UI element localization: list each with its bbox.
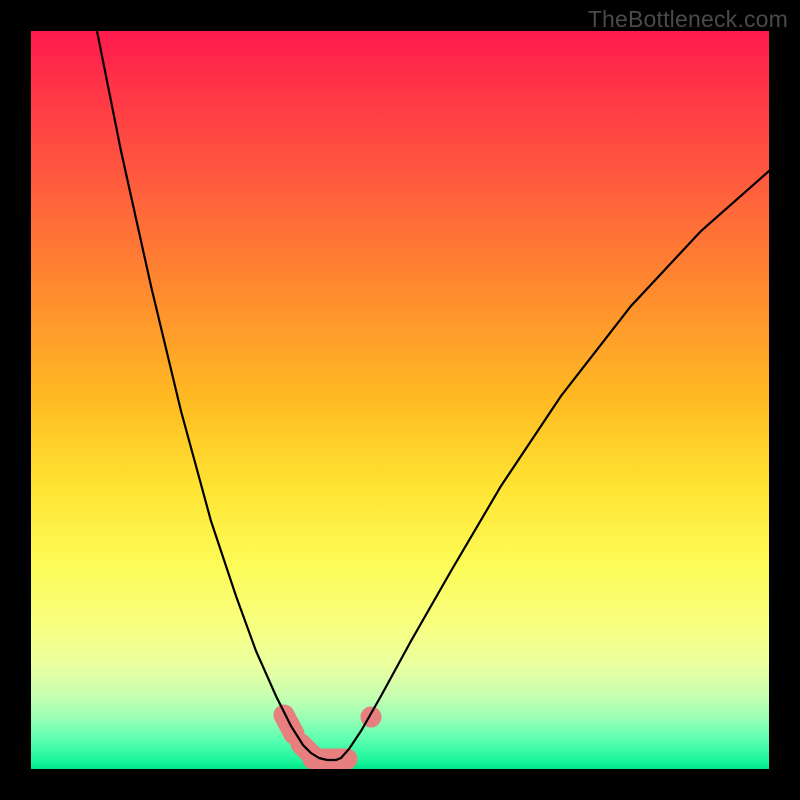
curves-svg [31, 31, 769, 769]
plot-area [31, 31, 769, 769]
watermark-text: TheBottleneck.com [588, 6, 788, 33]
right-curve [341, 171, 769, 758]
left-curve [97, 31, 319, 758]
chart-frame: TheBottleneck.com [0, 0, 800, 800]
marker-segment-0 [284, 715, 294, 734]
